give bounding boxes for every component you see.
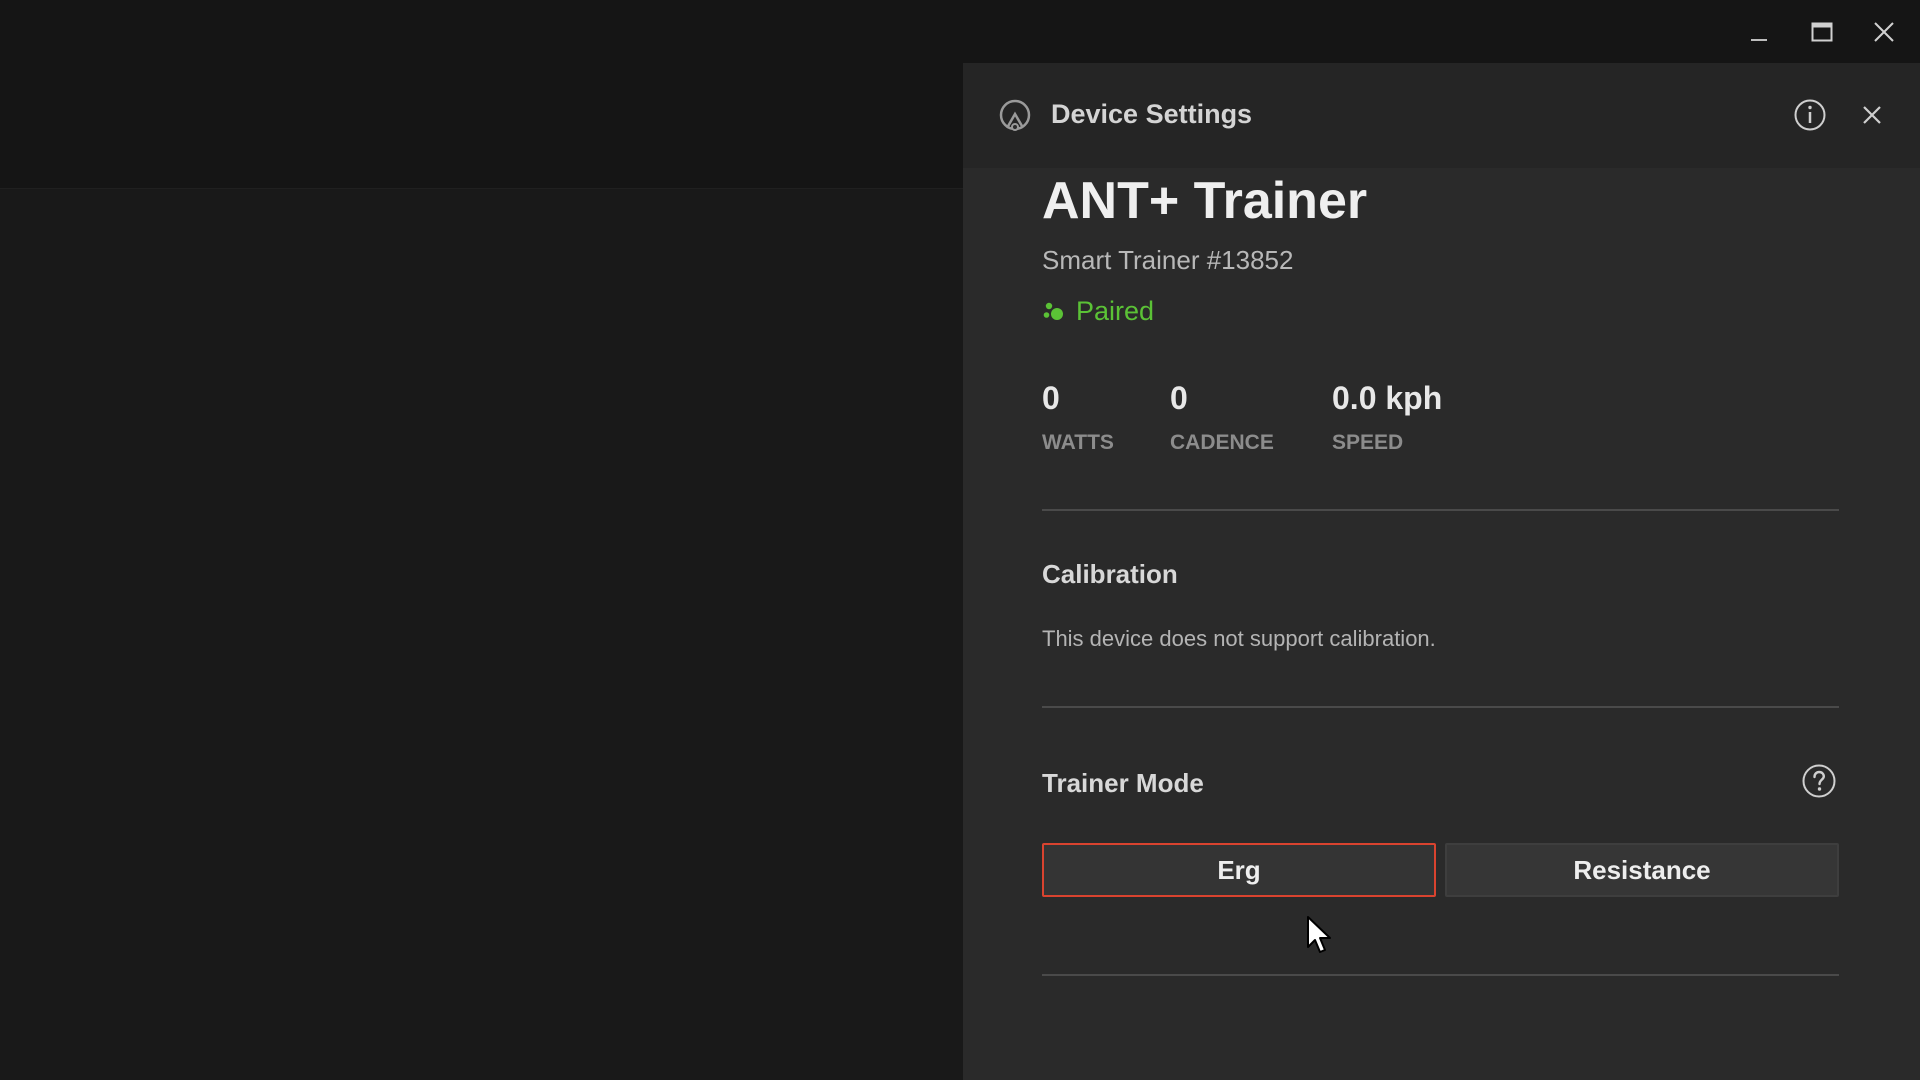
erg-mode-button[interactable]: Erg [1042,843,1436,897]
divider [1042,509,1839,511]
minimize-icon [1751,39,1767,41]
help-icon [1802,764,1836,798]
info-icon [1794,99,1826,131]
panel-header: Device Settings [963,63,1920,168]
mouse-cursor-icon [1307,916,1331,953]
metric-cadence: 0 CADENCE [1170,380,1274,455]
device-name: ANT+ Trainer [1042,172,1368,230]
device-subtitle: Smart Trainer #13852 [1042,245,1294,275]
speed-label: SPEED [1332,431,1404,454]
maximize-button[interactable] [1800,10,1844,54]
status-badge: Paired [1042,293,1154,329]
window-close-button[interactable] [1862,10,1906,54]
trainer-mode-title: Trainer Mode [1042,768,1204,798]
device-logo-icon [999,99,1031,131]
panel-title: Device Settings [1051,99,1253,129]
paired-status-icon [1043,302,1063,320]
app-window: Device Settings ANT+ Trainer Smart Train… [0,0,1920,1080]
calibration-title: Calibration [1042,559,1178,589]
info-button[interactable] [1788,93,1832,137]
cadence-label: CADENCE [1170,431,1274,454]
watts-label: WATTS [1042,431,1114,454]
maximize-icon [1811,22,1833,42]
resistance-mode-button[interactable]: Resistance [1445,843,1839,897]
window-titlebar [0,0,1920,63]
speed-value: 0.0 kph [1332,380,1443,416]
divider [1042,974,1839,976]
device-settings-panel: Device Settings ANT+ Trainer Smart Train… [963,63,1920,1080]
close-icon [1863,106,1881,124]
status-label: Paired [1076,295,1155,326]
background-header-area [0,63,963,189]
metric-watts: 0 WATTS [1042,380,1114,455]
calibration-text: This device does not support calibration… [1042,626,1436,651]
divider [1042,706,1839,708]
cadence-value: 0 [1170,380,1188,416]
trainer-mode-help-button[interactable] [1799,761,1839,801]
watts-value: 0 [1042,380,1060,416]
panel-close-button[interactable] [1850,93,1894,137]
metric-speed: 0.0 kph SPEED [1332,380,1442,455]
close-icon [1874,22,1894,42]
minimize-button[interactable] [1737,10,1781,54]
metrics-row: 0 WATTS 0 CADENCE 0.0 kph SPEED [1042,380,1839,470]
background-main-area [0,189,963,1080]
